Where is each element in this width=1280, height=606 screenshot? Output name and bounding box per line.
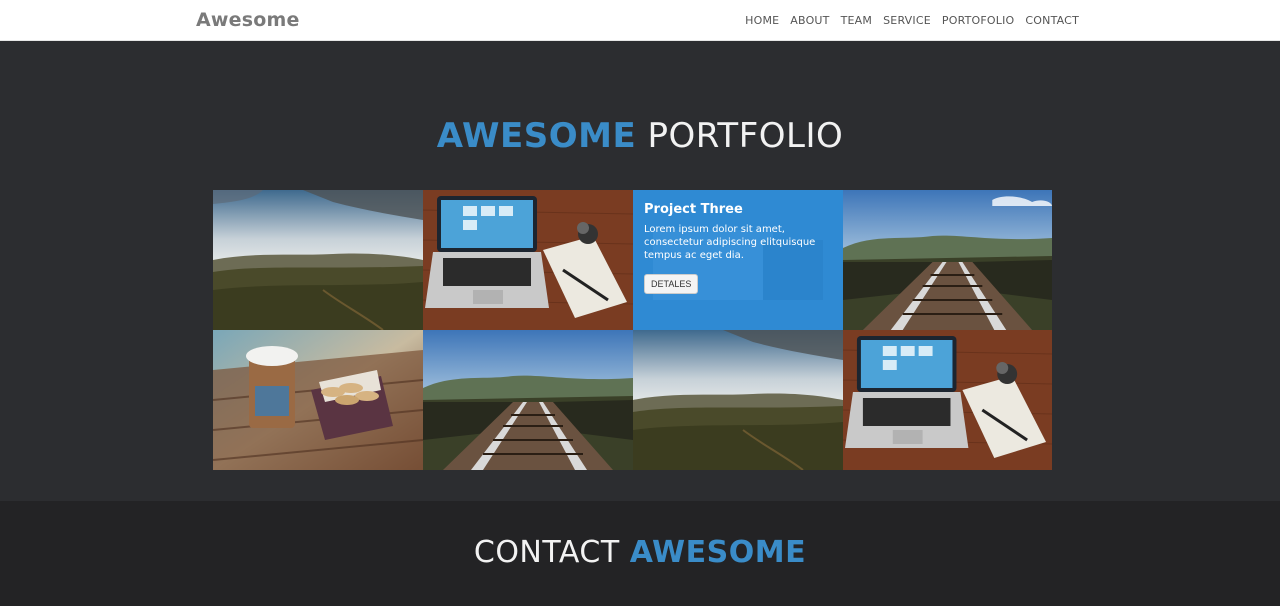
- nav-about[interactable]: ABOUT: [790, 14, 829, 27]
- nav-home[interactable]: HOME: [745, 14, 779, 27]
- nav-menu: HOME ABOUT TEAM SERVICE PORTOFOLIO CONTA…: [745, 14, 1079, 27]
- coffee-cookies-photo: [213, 330, 423, 470]
- portfolio-title: AWESOME PORTFOLIO: [0, 116, 1280, 156]
- portfolio-tile-landscape-2[interactable]: [633, 330, 843, 470]
- portfolio-tile-railway-2[interactable]: [423, 330, 633, 470]
- portfolio-tile-laptop[interactable]: [423, 190, 633, 330]
- nav-contact[interactable]: CONTACT: [1025, 14, 1079, 27]
- nav-team[interactable]: TEAM: [841, 14, 873, 27]
- landscape-hills-photo: [633, 330, 843, 470]
- laptop-desk-photo: [423, 190, 633, 330]
- portfolio-section: AWESOME PORTFOLIO Project Three Lorem ip…: [0, 41, 1280, 501]
- nav-service[interactable]: SERVICE: [883, 14, 931, 27]
- project-description: Lorem ipsum dolor sit amet, consectetur …: [644, 224, 816, 261]
- portfolio-tile-railway[interactable]: [843, 190, 1052, 330]
- project-title: Project Three: [644, 202, 743, 217]
- portfolio-tile-laptop-2[interactable]: [843, 330, 1052, 470]
- details-button[interactable]: DETALES: [644, 274, 699, 294]
- contact-section: CONTACT AWESOME: [0, 501, 1280, 606]
- nav-portfolio[interactable]: PORTOFOLIO: [942, 14, 1015, 27]
- portfolio-tile-coffee[interactable]: [213, 330, 423, 470]
- portfolio-title-rest: PORTFOLIO: [647, 116, 844, 156]
- laptop-desk-photo: [843, 330, 1052, 470]
- railway-bridge-photo: [423, 330, 633, 470]
- railway-bridge-photo: [843, 190, 1052, 330]
- project-overlay: Project Three Lorem ipsum dolor sit amet…: [633, 190, 843, 330]
- portfolio-tile-project-three[interactable]: Project Three Lorem ipsum dolor sit amet…: [633, 190, 843, 330]
- contact-title: CONTACT AWESOME: [0, 535, 1280, 570]
- contact-title-rest: CONTACT: [473, 535, 620, 570]
- portfolio-grid: Project Three Lorem ipsum dolor sit amet…: [213, 190, 1052, 470]
- brand-logo[interactable]: Awesome: [196, 9, 300, 31]
- portfolio-title-accent: AWESOME: [436, 116, 637, 156]
- navbar: Awesome HOME ABOUT TEAM SERVICE PORTOFOL…: [0, 0, 1280, 41]
- contact-title-accent: AWESOME: [629, 535, 807, 570]
- landscape-hills-photo: [213, 190, 423, 330]
- portfolio-tile-landscape[interactable]: [213, 190, 423, 330]
